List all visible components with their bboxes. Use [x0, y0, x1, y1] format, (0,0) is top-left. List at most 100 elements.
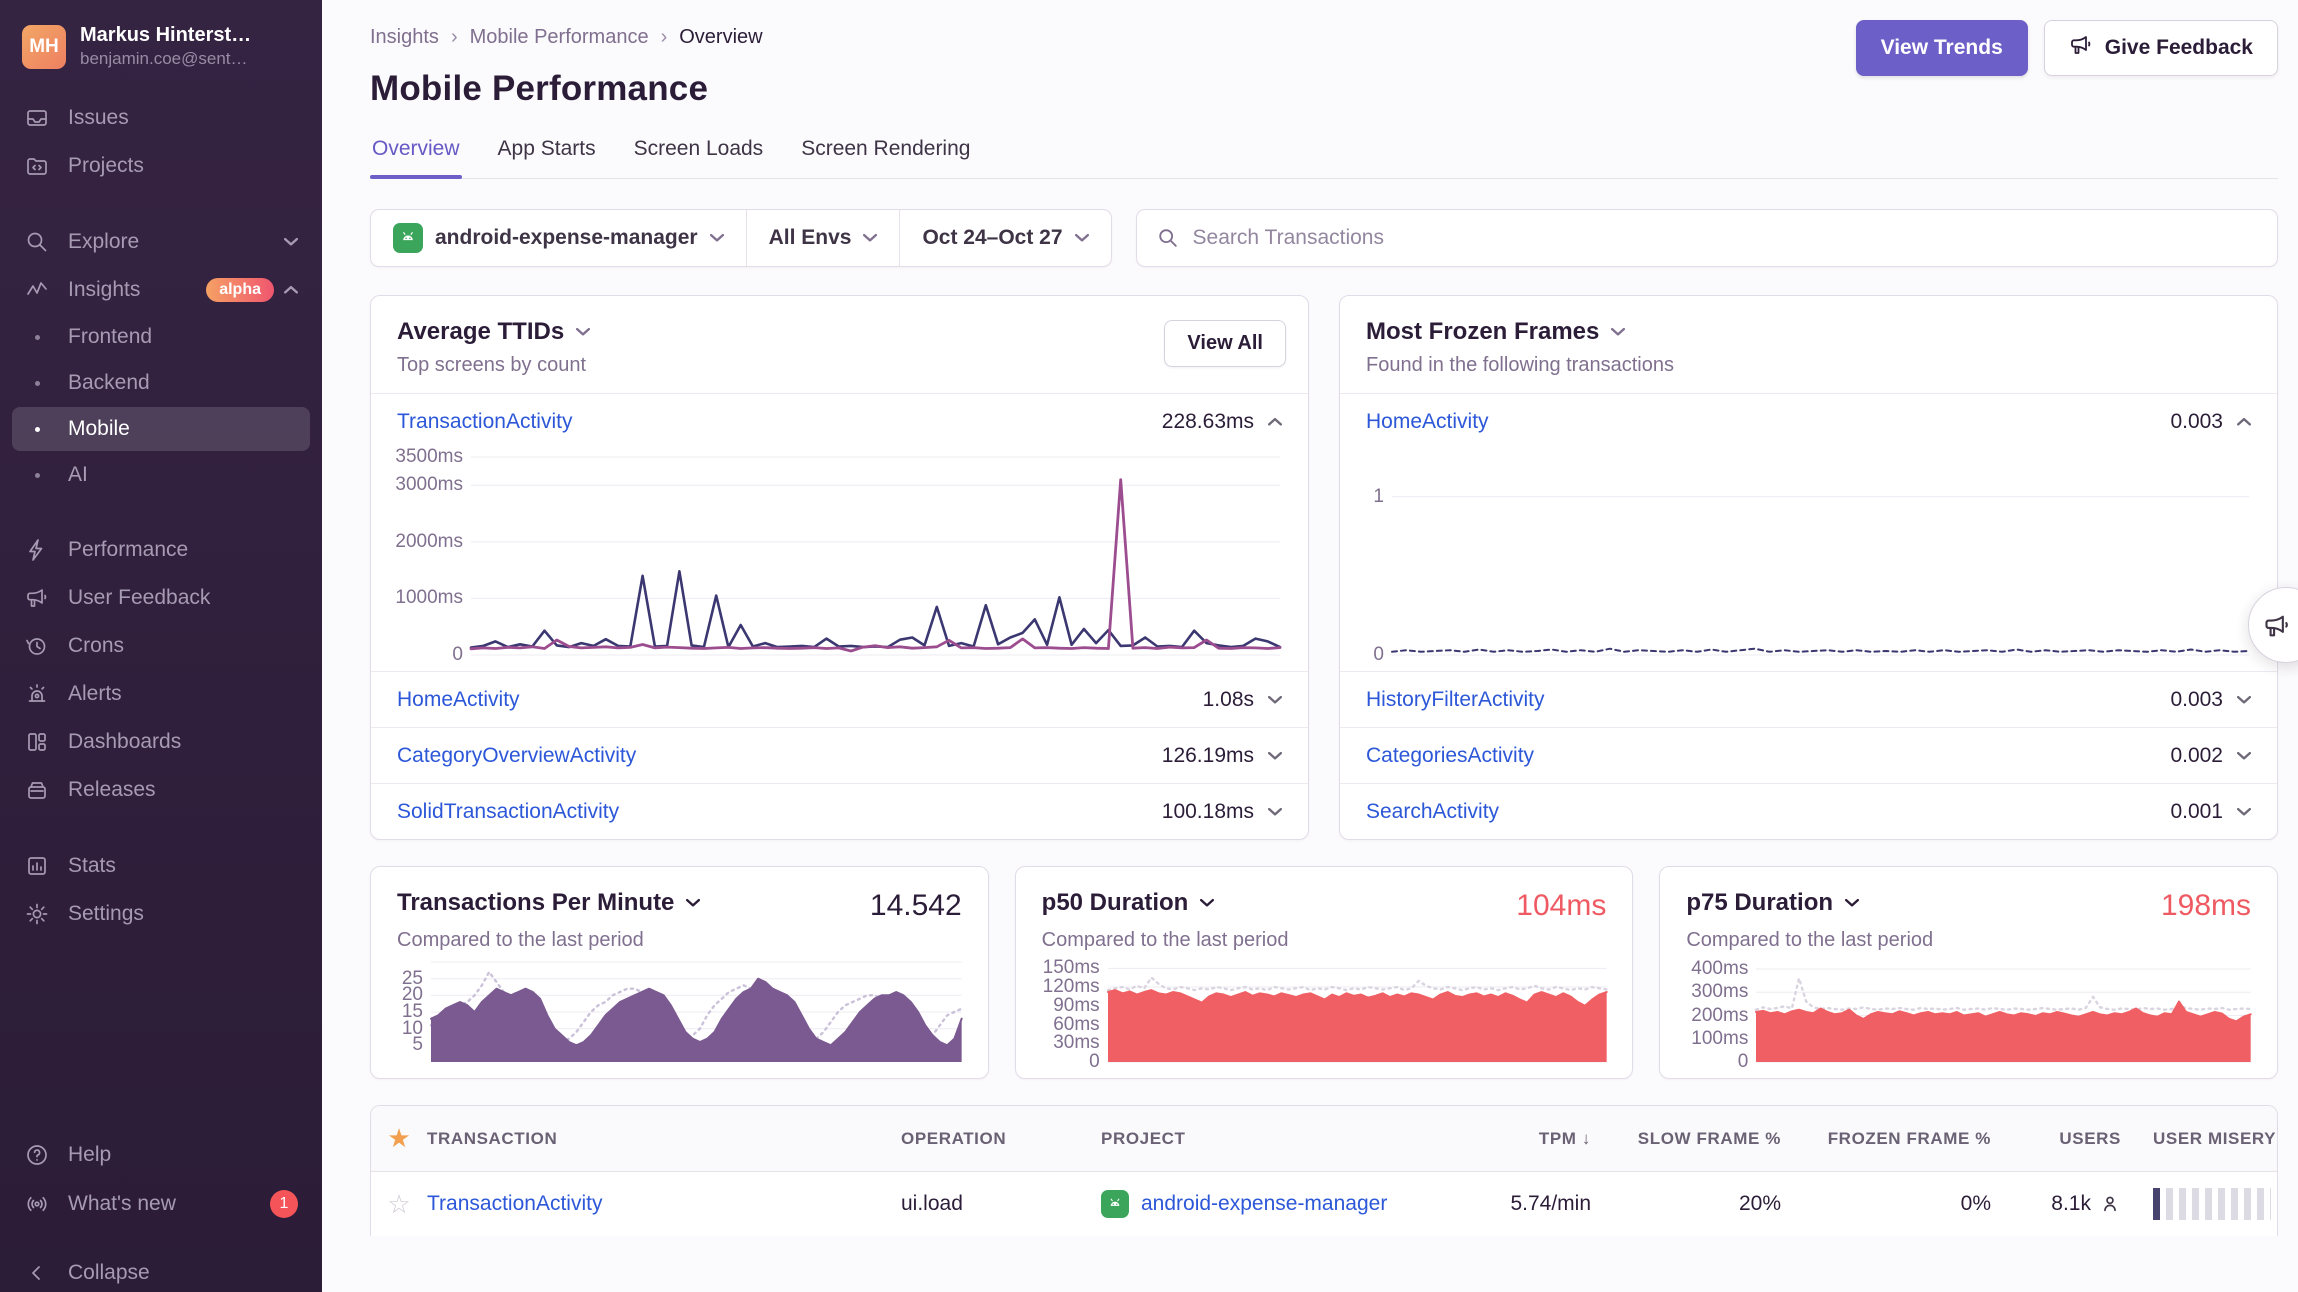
dashboards-icon — [24, 729, 50, 755]
col-frozen-frame: FROZEN FRAME % — [1828, 1129, 1991, 1149]
search-transactions-box — [1136, 209, 2278, 267]
transaction-link[interactable]: HomeActivity — [397, 688, 520, 712]
chevron-down-icon[interactable] — [2237, 807, 2251, 817]
tab-app-starts[interactable]: App Starts — [496, 137, 598, 178]
ttid-row-categoryoverviewactivity: CategoryOverviewActivity 126.19ms — [371, 727, 1308, 783]
col-tpm-sort[interactable]: TPM ↓ — [1539, 1129, 1591, 1149]
sidebar-item-stats[interactable]: Stats — [12, 843, 310, 889]
sidebar-item-label: Stats — [68, 854, 116, 878]
slow-frame-cell: 20% — [1739, 1192, 1781, 1216]
siren-icon — [24, 681, 50, 707]
breadcrumb-mobile-performance[interactable]: Mobile Performance — [470, 26, 649, 49]
most-frozen-frames-panel: Most Frozen Frames Found in the followin… — [1339, 295, 2278, 840]
breadcrumb-insights[interactable]: Insights — [370, 26, 439, 49]
transaction-link[interactable]: CategoryOverviewActivity — [397, 744, 636, 768]
project-selector[interactable]: android-expense-manager — [371, 210, 746, 266]
transaction-link[interactable]: SearchActivity — [1366, 800, 1499, 824]
chevron-down-icon[interactable] — [1611, 327, 1625, 337]
main-content: Insights › Mobile Performance › Overview… — [322, 0, 2298, 1292]
give-feedback-button[interactable]: Give Feedback — [2044, 20, 2278, 76]
frozen-value: 0.001 — [2170, 800, 2223, 824]
view-trends-button[interactable]: View Trends — [1856, 20, 2028, 76]
sidebar-item-label: Performance — [68, 538, 188, 562]
sidebar-item-label: Frontend — [68, 325, 152, 349]
chevron-down-icon[interactable] — [1268, 807, 1282, 817]
sidebar-item-whats-new[interactable]: What's new 1 — [12, 1180, 310, 1228]
sidebar-item-dashboards[interactable]: Dashboards — [12, 719, 310, 765]
transaction-link[interactable]: SolidTransactionActivity — [397, 800, 619, 824]
transaction-link[interactable]: CategoriesActivity — [1366, 744, 1534, 768]
sidebar-item-frontend[interactable]: Frontend — [12, 315, 310, 359]
p75-area-chart: 400ms300ms200ms100ms0 — [1660, 952, 2277, 1078]
avatar: MH — [22, 25, 66, 69]
help-icon — [24, 1142, 50, 1168]
android-icon — [393, 223, 423, 253]
bullet-icon — [35, 381, 40, 386]
sidebar-item-crons[interactable]: Crons — [12, 623, 310, 669]
col-project: PROJECT — [1101, 1129, 1361, 1149]
bullet-icon — [35, 335, 40, 340]
sidebar-item-projects[interactable]: Projects — [12, 143, 310, 189]
chart-y-axis: 10 — [1348, 457, 1392, 655]
chevron-down-icon[interactable] — [1268, 751, 1282, 761]
bullet-icon — [35, 427, 40, 432]
sidebar-item-label: Settings — [68, 902, 144, 926]
chevron-down-icon[interactable] — [686, 898, 700, 908]
sort-desc-icon: ↓ — [1582, 1129, 1591, 1148]
chevron-up-icon[interactable] — [1268, 417, 1282, 427]
chevron-down-icon[interactable] — [1845, 898, 1859, 908]
chart-plot — [1392, 457, 2249, 655]
transaction-link[interactable]: HomeActivity — [1366, 410, 1489, 434]
user-email: benjamin.coe@sent… — [80, 49, 251, 69]
environment-selector[interactable]: All Envs — [746, 210, 900, 266]
chevron-down-icon[interactable] — [2237, 695, 2251, 705]
tab-overview[interactable]: Overview — [370, 137, 462, 178]
project-link[interactable]: android-expense-manager — [1141, 1192, 1387, 1216]
col-users: USERS — [2059, 1129, 2121, 1149]
sidebar-item-mobile[interactable]: Mobile — [12, 407, 310, 451]
chevron-down-icon[interactable] — [1268, 695, 1282, 705]
star-outline-icon[interactable]: ☆ — [371, 1189, 427, 1220]
sidebar: MH Markus Hinterst… benjamin.coe@sent… I… — [0, 0, 322, 1292]
sidebar-item-issues[interactable]: Issues — [12, 95, 310, 141]
average-ttids-title: Average TTIDs — [397, 318, 564, 346]
transaction-link[interactable]: TransactionActivity — [397, 410, 572, 434]
chevron-down-icon[interactable] — [576, 327, 590, 337]
transaction-link[interactable]: HistoryFilterActivity — [1366, 688, 1545, 712]
android-icon — [1101, 1190, 1129, 1218]
sidebar-item-user-feedback[interactable]: User Feedback — [12, 575, 310, 621]
tab-screen-rendering[interactable]: Screen Rendering — [799, 137, 972, 178]
chevron-down-icon[interactable] — [1200, 898, 1214, 908]
chevron-up-icon[interactable] — [2237, 417, 2251, 427]
sidebar-item-ai[interactable]: AI — [12, 453, 310, 497]
chart-y-axis: 3500ms3000ms2000ms1000ms0 — [379, 457, 471, 655]
frozen-value: 0.003 — [2170, 410, 2223, 434]
notification-badge: 1 — [270, 1190, 298, 1218]
sidebar-item-label: Insights — [68, 278, 140, 302]
transaction-link[interactable]: TransactionActivity — [427, 1192, 602, 1215]
sidebar-item-releases[interactable]: Releases — [12, 767, 310, 813]
sidebar-item-help[interactable]: Help — [12, 1132, 310, 1178]
chevron-down-icon — [1075, 233, 1089, 243]
tab-screen-loads[interactable]: Screen Loads — [632, 137, 766, 178]
ttid-value: 126.19ms — [1162, 744, 1254, 768]
sidebar-item-backend[interactable]: Backend — [12, 361, 310, 405]
search-transactions-input[interactable] — [1193, 226, 2257, 250]
sidebar-item-explore[interactable]: Explore — [12, 219, 310, 265]
col-slow-frame: SLOW FRAME % — [1638, 1129, 1781, 1149]
chevron-down-icon[interactable] — [2237, 751, 2251, 761]
sidebar-item-alerts[interactable]: Alerts — [12, 671, 310, 717]
user-menu[interactable]: MH Markus Hinterst… benjamin.coe@sent… — [0, 0, 322, 79]
view-all-button[interactable]: View All — [1164, 320, 1286, 367]
frozen-value: 0.003 — [2170, 688, 2223, 712]
sidebar-item-settings[interactable]: Settings — [12, 891, 310, 937]
sidebar-item-label: Dashboards — [68, 730, 181, 754]
sidebar-item-insights[interactable]: Insights alpha — [12, 267, 310, 313]
sidebar-item-label: Alerts — [68, 682, 122, 706]
sidebar-collapse-button[interactable]: Collapse — [12, 1250, 310, 1292]
sidebar-item-label: Crons — [68, 634, 124, 658]
chart-plot — [471, 457, 1280, 655]
sidebar-item-performance[interactable]: Performance — [12, 527, 310, 573]
date-range-selector[interactable]: Oct 24–Oct 27 — [899, 210, 1110, 266]
ttid-value: 100.18ms — [1162, 800, 1254, 824]
